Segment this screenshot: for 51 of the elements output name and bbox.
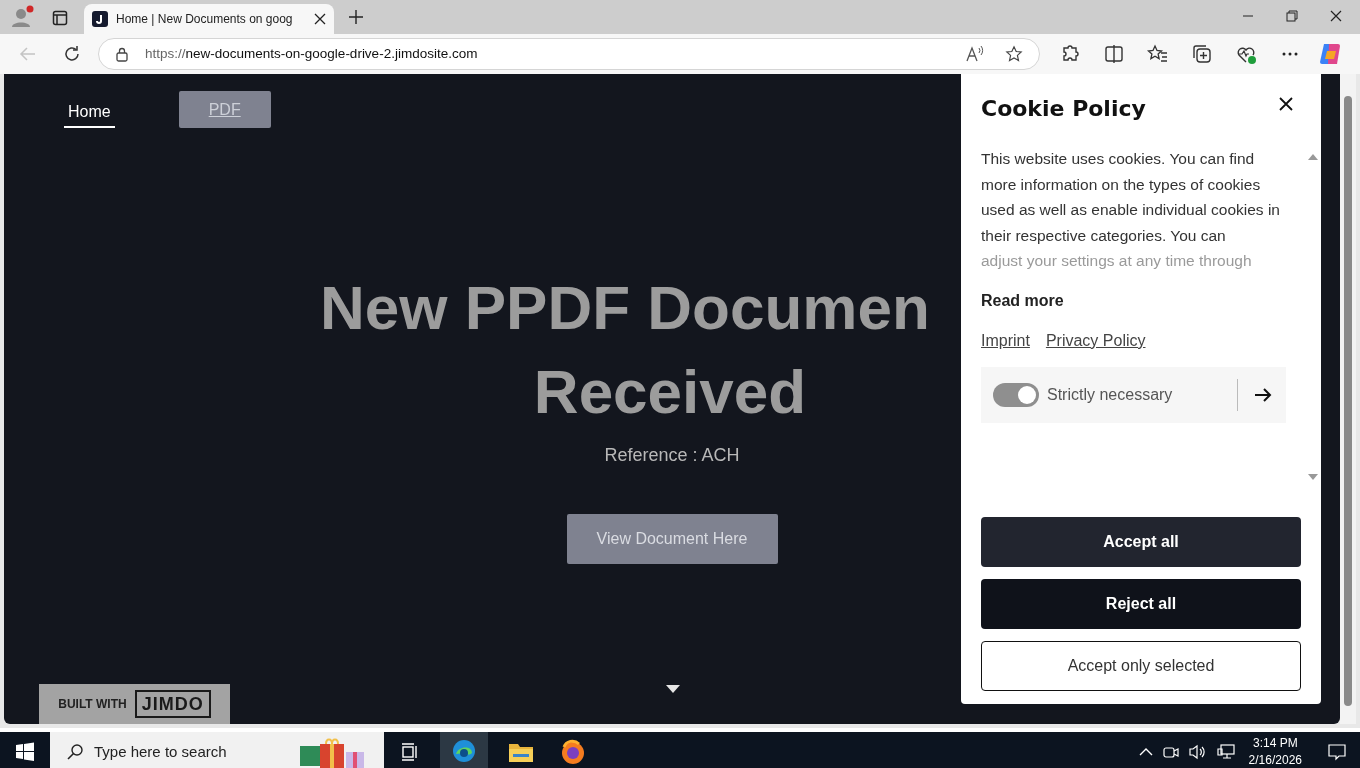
browser-tab[interactable]: Home | New Documents on goog [84,4,334,34]
heading-line: New PPDF Documen [319,272,930,344]
panel-title: Cookie Policy [981,95,1146,123]
folder-icon[interactable] [508,741,534,763]
url-text: https://new-documents-on-google-drive-2.jimdosite.com [145,44,478,63]
built-with-badge[interactable]: BUILT WITH JIMDO [39,684,230,724]
taskbar-search-box[interactable]: Type here to search [50,732,384,768]
taskbar-search-field[interactable]: Type here to search [92,739,262,765]
search-icon [66,743,84,761]
policy-link[interactable]: Privacy Policy [1045,328,1146,353]
windows-start-icon[interactable] [15,742,35,762]
category-label: Strictly necessary [1047,384,1173,405]
policy-link[interactable]: Imprint [981,328,1030,353]
read-aloud-icon[interactable] [965,45,985,63]
close-icon[interactable] [1278,96,1294,112]
read-more-heading: Read more [981,290,1065,311]
restore-icon[interactable] [1284,8,1300,24]
new-tab-icon[interactable] [348,9,364,25]
volume-icon[interactable] [1188,744,1207,760]
edge-icon [451,738,477,764]
cookie-button[interactable]: Accept only selected [981,640,1301,691]
task-view-icon[interactable] [400,742,420,762]
faded-text: adjust your settings at any time through [981,250,1253,269]
nav-link[interactable]: Home [64,91,115,128]
panel-scroll-up-icon[interactable] [1308,154,1318,160]
refresh-icon[interactable] [62,44,82,64]
close-tab-icon[interactable] [314,13,326,25]
panel-scroll-down-icon[interactable] [1308,474,1318,480]
edge-taskbar-button[interactable] [440,732,488,768]
lock-icon [115,46,129,62]
scroll-down-icon[interactable] [666,685,680,693]
favorite-star-icon[interactable] [1005,45,1023,63]
address-bar[interactable]: https://new-documents-on-google-drive-2.jimdosite.com [98,38,1040,70]
cookie-button[interactable]: Reject all [981,578,1301,629]
heading-line: Received [533,356,808,428]
arrow-right-icon[interactable] [1254,386,1272,403]
chevron-up-icon[interactable] [1138,747,1153,757]
notifications-icon[interactable] [1328,743,1346,761]
close-icon[interactable] [1328,8,1344,24]
site-logo-icon [92,11,108,27]
network-icon[interactable] [1216,744,1235,760]
cookie-description: This website uses cookies. You can find more information on the types of cookies used as well as enable individual cookies in their respective categories. You can [981,149,1281,247]
scrollbar[interactable] [1340,74,1356,724]
profile-icon[interactable] [10,5,34,29]
firefox-icon[interactable] [560,739,586,765]
cookie-button[interactable]: Accept all [981,516,1301,567]
taskbar-clock[interactable]: 3:14 PM 2/16/2026 [1248,735,1302,768]
tab-actions-icon[interactable] [52,10,68,26]
reference-text: Reference : ACH [604,444,740,467]
tab-title: Home | New Documents on goog [116,11,294,28]
camera-icon[interactable] [1162,744,1179,760]
